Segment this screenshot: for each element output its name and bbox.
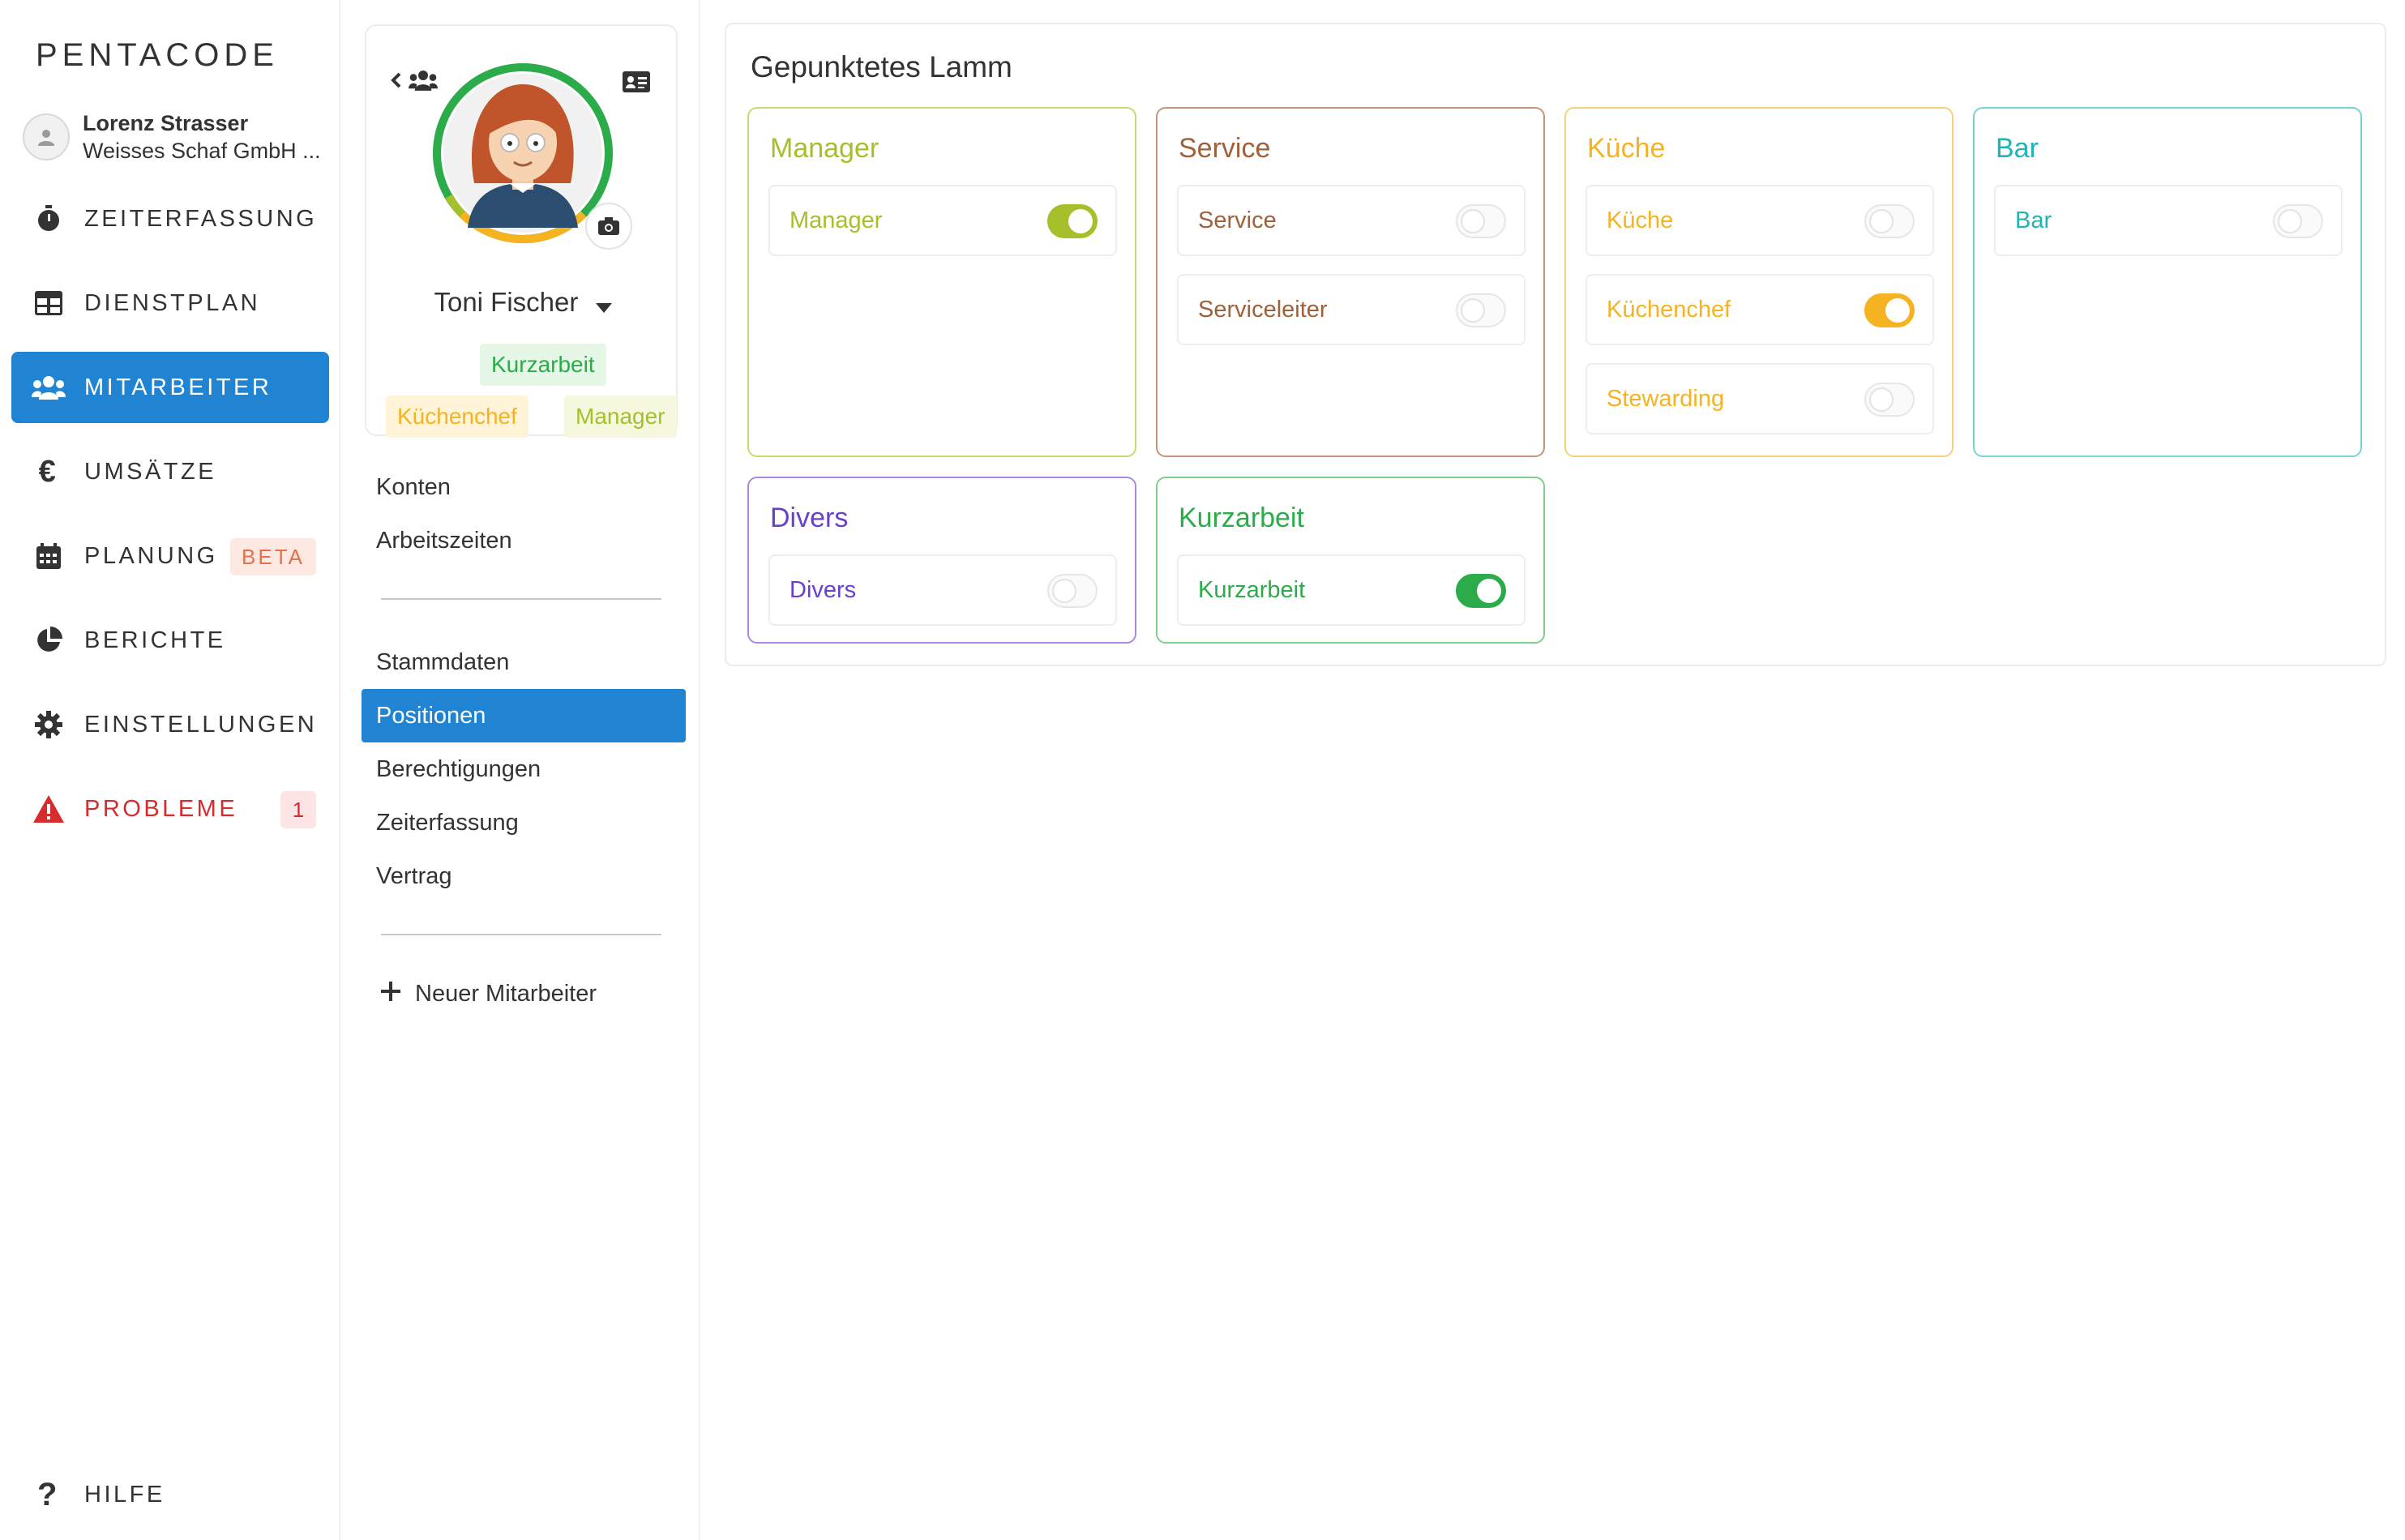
nav-label: HILFE — [84, 1481, 165, 1508]
camera-icon[interactable] — [585, 203, 632, 250]
nav-label: BERICHTE — [84, 627, 226, 653]
position-label: Küche — [1607, 207, 1674, 233]
nav-item-probleme[interactable]: PROBLEME 1 — [11, 773, 329, 845]
position-toggle[interactable] — [1047, 574, 1098, 608]
position-group-service: Service Service Serviceleiter — [1156, 107, 1545, 457]
nav-label: PLANUNG — [84, 542, 218, 569]
new-employee-label: Neuer Mitarbeiter — [415, 981, 597, 1007]
nav-item-hilfe[interactable]: ? HILFE — [11, 1459, 329, 1530]
main-navigation: PENTACODE Lorenz Strasser Weisses Schaf … — [0, 0, 340, 1540]
position-tag-kurzarbeit: Kurzarbeit — [480, 344, 606, 386]
nav-label: ZEITERFASSUNG — [84, 205, 318, 232]
gear-icon — [31, 708, 66, 741]
pie-chart-icon — [31, 624, 66, 657]
question-icon: ? — [37, 1476, 60, 1512]
position-label: Divers — [790, 576, 857, 603]
position-row: Stewarding — [1586, 363, 1934, 434]
position-row: Küchenchef — [1586, 274, 1934, 345]
position-row: Divers — [768, 554, 1117, 626]
position-group-kueche: Küche Küche Küchenchef Stewarding — [1564, 107, 1954, 457]
group-title: Küche — [1587, 133, 1666, 164]
nav-item-einstellungen[interactable]: EINSTELLUNGEN — [11, 689, 329, 760]
position-row: Serviceleiter — [1177, 274, 1526, 345]
nav-item-umsaetze[interactable]: € UMSÄTZE — [11, 436, 329, 507]
position-label: Serviceleiter — [1198, 296, 1328, 323]
position-tag-kuechenchef: Küchenchef — [386, 396, 529, 438]
position-group-divers: Divers Divers — [747, 477, 1136, 644]
position-label: Service — [1198, 207, 1277, 233]
nav-label: UMSÄTZE — [84, 458, 217, 485]
user-name: Lorenz Strasser — [83, 111, 249, 135]
section-link-positionen[interactable]: Positionen — [362, 689, 686, 742]
position-tag-manager: Manager — [564, 396, 677, 438]
position-toggle[interactable] — [1864, 383, 1915, 417]
section-link-vertrag[interactable]: Vertrag — [362, 849, 686, 903]
employee-panel: Toni Fischer Kurzarbeit Küchenchef Manag… — [340, 0, 700, 1540]
position-row: Küche — [1586, 185, 1934, 256]
section-divider — [381, 934, 661, 935]
position-group-bar: Bar Bar — [1973, 107, 2362, 457]
position-label: Kurzarbeit — [1198, 576, 1306, 603]
nav-label: DIENSTPLAN — [84, 289, 261, 316]
problems-count-badge: 1 — [280, 791, 316, 828]
nav-label: PROBLEME — [84, 795, 238, 822]
nav-item-planung[interactable]: PLANUNG BETA — [11, 520, 329, 592]
caret-down-icon — [595, 289, 612, 319]
group-title: Service — [1179, 133, 1271, 164]
euro-icon: € — [38, 454, 59, 489]
position-row: Bar — [1994, 185, 2343, 256]
group-title: Kurzarbeit — [1179, 503, 1304, 533]
position-row: Service — [1177, 185, 1526, 256]
id-card-icon[interactable] — [623, 71, 650, 96]
group-title: Manager — [770, 133, 879, 164]
employee-name-dropdown[interactable]: Toni Fischer — [366, 287, 679, 319]
warning-icon — [31, 793, 66, 825]
position-toggle[interactable] — [1456, 204, 1506, 238]
position-label: Stewarding — [1607, 385, 1725, 412]
nav-label: EINSTELLUNGEN — [84, 711, 318, 738]
section-link-berechtigungen[interactable]: Berechtigungen — [362, 742, 686, 796]
position-label: Küchenchef — [1607, 296, 1731, 323]
position-toggle[interactable] — [1047, 204, 1098, 238]
nav-label: MITARBEITER — [84, 374, 272, 400]
position-toggle[interactable] — [1864, 204, 1915, 238]
position-group-kurzarbeit: Kurzarbeit Kurzarbeit — [1156, 477, 1545, 644]
section-link-arbeitszeiten[interactable]: Arbeitszeiten — [362, 514, 686, 567]
position-row: Manager — [768, 185, 1117, 256]
table-icon — [31, 287, 66, 319]
position-toggle[interactable] — [1456, 574, 1506, 608]
section-link-stammdaten[interactable]: Stammdaten — [362, 635, 686, 689]
position-label: Manager — [790, 207, 883, 233]
chevron-left-icon — [391, 72, 402, 92]
positions-card: Gepunktetes Lamm Manager Manager Service… — [725, 23, 2386, 666]
group-title: Bar — [1996, 133, 2039, 164]
section-link-konten[interactable]: Konten — [362, 460, 686, 514]
group-title: Divers — [770, 503, 849, 533]
position-group-manager: Manager Manager — [747, 107, 1136, 457]
position-toggle[interactable] — [1864, 293, 1915, 327]
nav-item-dienstplan[interactable]: DIENSTPLAN — [11, 267, 329, 339]
position-toggle[interactable] — [1456, 293, 1506, 327]
user-menu[interactable]: Lorenz Strasser Weisses Schaf GmbH ... — [23, 107, 331, 167]
section-link-zeiterfassung[interactable]: Zeiterfassung — [362, 796, 686, 849]
section-divider — [381, 598, 661, 600]
stopwatch-icon — [31, 203, 66, 235]
employee-name: Toni Fischer — [434, 287, 579, 317]
user-company: Weisses Schaf GmbH ... — [83, 139, 321, 163]
user-avatar-icon — [23, 113, 70, 160]
app-logo[interactable]: PENTACODE — [36, 37, 279, 74]
new-employee-button[interactable]: Neuer Mitarbeiter — [381, 981, 597, 1007]
users-icon — [31, 371, 66, 404]
position-row: Kurzarbeit — [1177, 554, 1526, 626]
position-label: Bar — [2015, 207, 2052, 233]
plus-icon — [381, 981, 400, 1007]
position-toggle[interactable] — [2273, 204, 2323, 238]
employee-profile-card: Toni Fischer Kurzarbeit Küchenchef Manag… — [365, 24, 679, 438]
beta-badge: BETA — [230, 538, 316, 575]
nav-item-zeiterfassung[interactable]: ZEITERFASSUNG — [11, 183, 329, 255]
nav-item-berichte[interactable]: BERICHTE — [11, 605, 329, 676]
calendar-icon — [31, 540, 66, 572]
nav-item-mitarbeiter[interactable]: MITARBEITER — [11, 352, 329, 423]
location-title: Gepunktetes Lamm — [751, 50, 1012, 83]
